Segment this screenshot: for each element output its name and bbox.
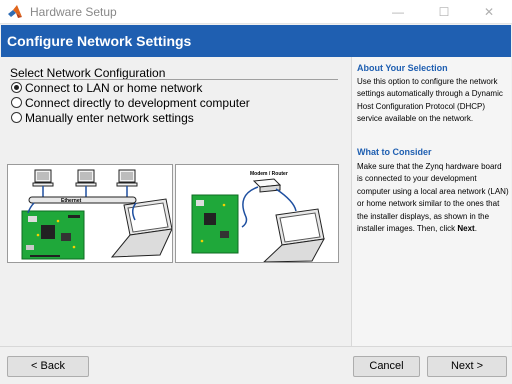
window-title: Hardware Setup [30, 5, 117, 19]
radio-direct-label[interactable]: Connect directly to development computer [25, 96, 250, 110]
radio-manual[interactable]: Manually enter network settings [11, 110, 194, 125]
router-diagram-illustration: Modem / Router [191, 171, 325, 262]
about-selection-text: Use this option to configure the network… [357, 77, 503, 124]
footer-bar: < Back Cancel Next > [0, 346, 512, 384]
radio-manual-label[interactable]: Manually enter network settings [25, 111, 194, 125]
help-side-panel: About Your Selection Use this option to … [351, 57, 511, 346]
radio-lan-label[interactable]: Connect to LAN or home network [25, 81, 202, 95]
next-button[interactable]: Next > [427, 356, 507, 377]
consider-text-end: . [474, 224, 477, 234]
lan-diagram-image: Ethernet [7, 164, 173, 263]
page-header: Configure Network Settings [1, 25, 511, 57]
radio-button-icon[interactable] [11, 112, 22, 123]
page-title: Configure Network Settings [7, 33, 192, 49]
consider-next-bold: Next [457, 224, 475, 234]
title-bar: Hardware Setup — ☐ ✕ [0, 0, 512, 24]
router-diagram-image: Modem / Router [175, 164, 339, 263]
radio-lan[interactable]: Connect to LAN or home network [11, 80, 202, 95]
back-button[interactable]: < Back [7, 356, 89, 377]
close-button[interactable]: ✕ [466, 0, 512, 24]
about-selection-heading: About Your Selection [357, 63, 448, 73]
cancel-button[interactable]: Cancel [353, 356, 420, 377]
lan-diagram-illustration: Ethernet [21, 169, 172, 260]
modem-router-label: Modem / Router [250, 171, 288, 177]
network-config-label: Select Network Configuration [10, 66, 166, 80]
consider-text-body: Make sure that the Zynq hardware board i… [357, 162, 509, 234]
what-to-consider-text: Make sure that the Zynq hardware board i… [357, 161, 509, 235]
matlab-logo-icon [8, 5, 22, 18]
radio-button-checked-icon[interactable] [11, 82, 22, 93]
maximize-button[interactable]: ☐ [421, 0, 467, 24]
what-to-consider-heading: What to Consider [357, 147, 432, 157]
radio-direct[interactable]: Connect directly to development computer [11, 95, 250, 110]
radio-button-icon[interactable] [11, 97, 22, 108]
ethernet-label: Ethernet [61, 198, 82, 204]
minimize-button[interactable]: — [375, 0, 421, 24]
main-panel: Select Network Configuration Connect to … [1, 57, 351, 346]
